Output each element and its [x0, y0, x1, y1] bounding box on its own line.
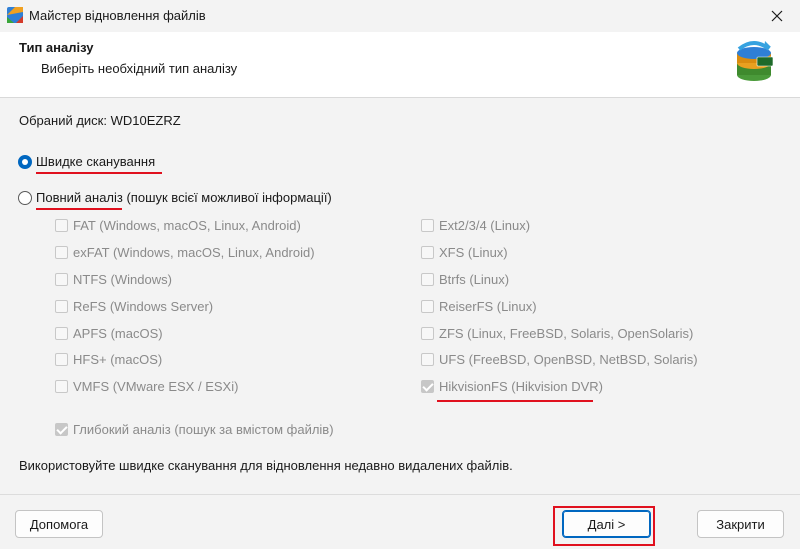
- close-button[interactable]: Закрити: [697, 510, 784, 538]
- fs-checkbox[interactable]: [421, 353, 434, 366]
- title-bar: Майстер відновлення файлів: [0, 0, 800, 32]
- quick-scan-option[interactable]: Швидке сканування: [18, 154, 162, 174]
- fs-checkbox[interactable]: [55, 380, 68, 393]
- deep-analysis-label: Глибокий аналіз (пошук за вмістом файлів…: [73, 422, 334, 437]
- fs-label: HikvisionFS (Hikvision DVR): [437, 379, 603, 402]
- fs-option-ufs[interactable]: UFS (FreeBSD, OpenBSD, NetBSD, Solaris): [421, 352, 698, 367]
- deep-analysis-option[interactable]: Глибокий аналіз (пошук за вмістом файлів…: [55, 422, 334, 437]
- app-icon: [7, 7, 23, 23]
- fs-option-hfsplus[interactable]: HFS+ (macOS): [55, 352, 162, 367]
- fs-option-zfs[interactable]: ZFS (Linux, FreeBSD, Solaris, OpenSolari…: [421, 326, 693, 341]
- fs-label: ZFS (Linux, FreeBSD, Solaris, OpenSolari…: [439, 326, 694, 341]
- fs-option-ext[interactable]: Ext2/3/4 (Linux): [421, 218, 530, 233]
- page-title: Тип аналізу: [19, 40, 94, 55]
- fs-label: VMFS (VMware ESX / ESXi): [73, 379, 239, 394]
- wizard-content: Обраний диск: WD10EZRZ Швидке сканування…: [0, 99, 800, 493]
- fs-checkbox[interactable]: [421, 327, 434, 340]
- full-analysis-label: Повний аналіз (пошук всієї можливої інфо…: [36, 190, 332, 210]
- full-analysis-highlight: [36, 208, 122, 210]
- full-analysis-radio[interactable]: [18, 190, 32, 205]
- fs-label: APFS (macOS): [73, 326, 163, 341]
- quick-scan-radio[interactable]: [18, 154, 32, 169]
- fs-option-apfs[interactable]: APFS (macOS): [55, 326, 163, 341]
- fs-option-fat[interactable]: FAT (Windows, macOS, Linux, Android): [55, 218, 301, 233]
- selected-disk-label: Обраний диск: WD10EZRZ: [19, 113, 181, 128]
- hikvision-highlight: [437, 400, 593, 402]
- fs-checkbox[interactable]: [421, 273, 434, 286]
- window-title: Майстер відновлення файлів: [29, 8, 206, 23]
- next-button[interactable]: Далі >: [562, 510, 651, 538]
- hint-text: Використовуйте швидке сканування для від…: [19, 458, 513, 473]
- fs-checkbox[interactable]: [55, 353, 68, 366]
- fs-option-reiserfs[interactable]: ReiserFS (Linux): [421, 299, 537, 314]
- fs-option-btrfs[interactable]: Btrfs (Linux): [421, 272, 509, 287]
- fs-checkbox[interactable]: [421, 380, 434, 393]
- fs-label: ReFS (Windows Server): [73, 299, 214, 314]
- fs-label: HFS+ (macOS): [73, 352, 163, 367]
- fs-option-hikvisionfs[interactable]: HikvisionFS (Hikvision DVR): [421, 379, 603, 402]
- page-subtitle: Виберіть необхідний тип аналізу: [41, 61, 238, 76]
- fs-checkbox[interactable]: [55, 273, 68, 286]
- fs-label: Btrfs (Linux): [439, 272, 510, 287]
- deep-analysis-checkbox[interactable]: [55, 423, 68, 436]
- fs-option-vmfs[interactable]: VMFS (VMware ESX / ESXi): [55, 379, 238, 394]
- quick-scan-label: Швидке сканування: [36, 154, 162, 174]
- fs-checkbox[interactable]: [55, 327, 68, 340]
- fs-label: Ext2/3/4 (Linux): [439, 218, 531, 233]
- recovery-logo-icon: [737, 41, 774, 81]
- fs-checkbox[interactable]: [55, 219, 68, 232]
- fs-checkbox[interactable]: [55, 246, 68, 259]
- fs-option-refs[interactable]: ReFS (Windows Server): [55, 299, 213, 314]
- fs-label: exFAT (Windows, macOS, Linux, Android): [73, 245, 315, 260]
- close-window-button[interactable]: [754, 0, 800, 32]
- fs-checkbox[interactable]: [421, 246, 434, 259]
- fs-label: FAT (Windows, macOS, Linux, Android): [73, 218, 301, 233]
- fs-checkbox[interactable]: [55, 300, 68, 313]
- fs-option-exfat[interactable]: exFAT (Windows, macOS, Linux, Android): [55, 245, 315, 260]
- wizard-footer: Допомога Далі > Закрити: [0, 494, 800, 549]
- wizard-header: Тип аналізу Виберіть необхідний тип анал…: [0, 32, 800, 98]
- fs-option-ntfs[interactable]: NTFS (Windows): [55, 272, 172, 287]
- full-analysis-option[interactable]: Повний аналіз (пошук всієї можливої інфо…: [18, 190, 332, 210]
- help-button[interactable]: Допомога: [15, 510, 103, 538]
- fs-label: ReiserFS (Linux): [439, 299, 537, 314]
- fs-label: XFS (Linux): [439, 245, 508, 260]
- fs-label: NTFS (Windows): [73, 272, 172, 287]
- fs-label: UFS (FreeBSD, OpenBSD, NetBSD, Solaris): [439, 352, 698, 367]
- fs-option-xfs[interactable]: XFS (Linux): [421, 245, 508, 260]
- fs-checkbox[interactable]: [421, 219, 434, 232]
- close-icon: [771, 10, 783, 22]
- fs-checkbox[interactable]: [421, 300, 434, 313]
- quick-scan-highlight: [36, 172, 162, 174]
